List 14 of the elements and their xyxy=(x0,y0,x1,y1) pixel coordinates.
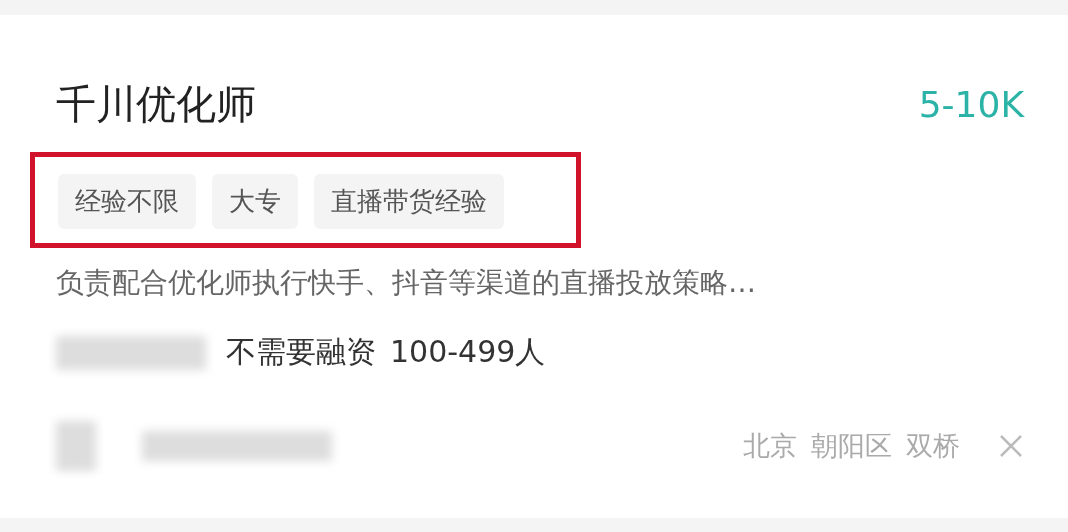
job-card[interactable]: 千川优化师 5-10K 经验不限 大专 直播带货经验 负责配合优化师执行快手、抖音等渠道的直播投放策略… 不需要融资 100-499人 北京 朝阳区 双桥 xyxy=(0,15,1068,518)
company-info: 不需要融资 xyxy=(226,333,376,371)
tag: 直播带货经验 xyxy=(314,174,504,229)
location-text: 双桥 xyxy=(906,429,960,463)
company-info: 100-499人 xyxy=(390,333,546,371)
tag: 大专 xyxy=(212,174,298,229)
location-text: 朝阳区 xyxy=(811,429,892,463)
job-title: 千川优化师 xyxy=(56,80,256,129)
tag: 经验不限 xyxy=(58,174,196,229)
salary: 5-10K xyxy=(918,84,1024,125)
job-description: 负责配合优化师执行快手、抖音等渠道的直播投放策略… xyxy=(56,265,757,301)
blurred-avatar xyxy=(56,421,96,471)
location-text: 北京 xyxy=(743,429,797,463)
close-icon[interactable] xyxy=(998,433,1024,459)
